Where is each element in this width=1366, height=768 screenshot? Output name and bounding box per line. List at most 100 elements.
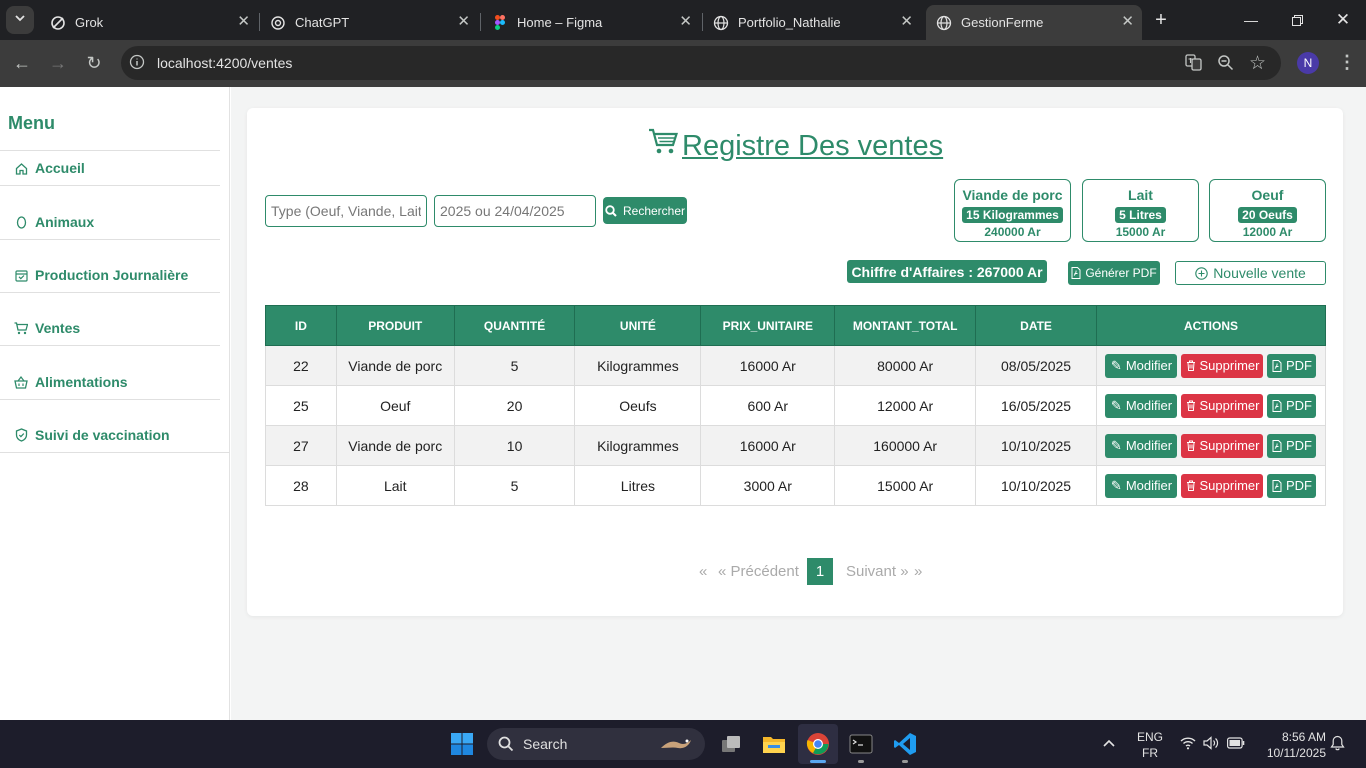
tab-gestionferme[interactable]: GestionFerme ✕ bbox=[926, 5, 1142, 40]
pagination-previous[interactable]: « Précédent bbox=[718, 558, 799, 585]
profile-avatar[interactable]: N bbox=[1297, 52, 1319, 74]
sidebar-item-alimentations[interactable]: Alimentations bbox=[14, 374, 128, 390]
sidebar-item-production[interactable]: Production Journalière bbox=[14, 267, 188, 283]
chrome-icon[interactable] bbox=[806, 732, 830, 756]
cell-montant: 12000 Ar bbox=[834, 385, 977, 426]
date-filter-input[interactable] bbox=[434, 195, 596, 227]
pagination-first[interactable]: « bbox=[699, 558, 707, 585]
notification-bell-icon[interactable] bbox=[1330, 735, 1345, 754]
edit-button[interactable]: ✎ Modifier bbox=[1105, 393, 1178, 418]
pencil-icon: ✎ bbox=[1110, 357, 1122, 373]
delete-button[interactable]: Supprimer bbox=[1181, 353, 1264, 378]
minimize-button[interactable]: — bbox=[1228, 0, 1274, 40]
shield-icon bbox=[14, 428, 28, 442]
task-view-icon[interactable] bbox=[719, 732, 743, 756]
bookmark-star-icon[interactable]: ☆ bbox=[1249, 52, 1266, 75]
sidebar-item-label: Suivi de vaccination bbox=[35, 427, 170, 443]
cell-actions: ✎ Modifier Supprimer PDF bbox=[1096, 425, 1327, 466]
trash-icon bbox=[1186, 360, 1196, 371]
delete-button[interactable]: Supprimer bbox=[1181, 473, 1264, 498]
maximize-button[interactable] bbox=[1274, 0, 1320, 40]
translate-icon[interactable] bbox=[1185, 54, 1202, 76]
close-icon[interactable]: ✕ bbox=[1121, 14, 1134, 30]
file-pdf-icon bbox=[1071, 267, 1081, 279]
row-pdf-button[interactable]: PDF bbox=[1267, 473, 1317, 498]
close-icon[interactable]: ✕ bbox=[679, 14, 692, 30]
row-pdf-button[interactable]: PDF bbox=[1267, 353, 1317, 378]
generate-pdf-button[interactable]: Générer PDF bbox=[1068, 261, 1160, 285]
column-header: PRODUIT bbox=[335, 305, 455, 346]
sidebar-item-ventes[interactable]: Ventes bbox=[14, 320, 80, 336]
sidebar-item-label: Animaux bbox=[35, 214, 95, 230]
wifi-icon[interactable] bbox=[1180, 736, 1196, 753]
forward-button[interactable]: → bbox=[46, 51, 70, 75]
pagination-page-1[interactable]: 1 bbox=[807, 558, 833, 585]
cell-date: 08/05/2025 bbox=[975, 345, 1097, 386]
edit-button[interactable]: ✎ Modifier bbox=[1105, 473, 1178, 498]
url-text[interactable]: localhost:4200/ventes bbox=[157, 55, 292, 71]
battery-icon[interactable] bbox=[1227, 737, 1245, 752]
sidebar-item-animaux[interactable]: Animaux bbox=[14, 214, 94, 230]
new-sale-label: Nouvelle vente bbox=[1213, 265, 1306, 281]
terminal-icon[interactable] bbox=[849, 732, 873, 756]
clock[interactable]: 8:56 AM 10/11/2025 bbox=[1258, 730, 1326, 760]
delete-button[interactable]: Supprimer bbox=[1181, 393, 1264, 418]
tab-figma[interactable]: Home – Figma ✕ bbox=[482, 5, 700, 40]
edit-button[interactable]: ✎ Modifier bbox=[1105, 433, 1178, 458]
tray-expand-icon[interactable] bbox=[1102, 735, 1116, 751]
page-title: Registre Des ventes bbox=[648, 128, 943, 164]
stock-amount: 240000 Ar bbox=[984, 225, 1041, 239]
figma-icon bbox=[492, 14, 508, 31]
stock-amount: 15000 Ar bbox=[1115, 225, 1166, 239]
tab-search-button[interactable] bbox=[6, 6, 34, 34]
delete-button[interactable]: Supprimer bbox=[1181, 433, 1264, 458]
trash-icon bbox=[1186, 440, 1196, 451]
close-window-button[interactable]: ✕ bbox=[1320, 0, 1366, 40]
pagination-last[interactable]: » bbox=[914, 558, 922, 585]
cell-date: 10/10/2025 bbox=[975, 465, 1097, 506]
more-menu-icon[interactable]: ⋮ bbox=[1338, 52, 1356, 73]
volume-icon[interactable] bbox=[1203, 736, 1219, 753]
home-icon bbox=[14, 161, 28, 175]
row-pdf-button[interactable]: PDF bbox=[1267, 433, 1317, 458]
table-row: 28 Lait 5 Litres 3000 Ar 15000 Ar 10/10/… bbox=[265, 465, 1327, 506]
tab-grok[interactable]: Grok ✕ bbox=[40, 5, 258, 40]
vscode-icon[interactable] bbox=[893, 732, 917, 756]
file-pdf-icon bbox=[1272, 399, 1282, 412]
taskbar-search[interactable]: Search bbox=[487, 728, 705, 760]
windows-start-icon[interactable] bbox=[450, 732, 474, 756]
tab-portfolio[interactable]: Portfolio_Nathalie ✕ bbox=[703, 5, 921, 40]
delete-label: Supprimer bbox=[1199, 398, 1260, 413]
close-icon[interactable]: ✕ bbox=[900, 14, 913, 30]
address-bar[interactable] bbox=[121, 46, 1281, 80]
column-header: UNITÉ bbox=[574, 305, 702, 346]
table-row: 25 Oeuf 20 Oeufs 600 Ar 12000 Ar 16/05/2… bbox=[265, 385, 1327, 426]
type-filter-input[interactable] bbox=[265, 195, 427, 227]
new-sale-button[interactable]: Nouvelle vente bbox=[1175, 261, 1326, 285]
cell-quantite: 20 bbox=[454, 385, 576, 426]
divider bbox=[0, 239, 220, 240]
row-pdf-button[interactable]: PDF bbox=[1267, 393, 1317, 418]
tab-divider bbox=[480, 13, 481, 31]
pagination-next[interactable]: Suivant » bbox=[846, 558, 909, 585]
close-icon[interactable]: ✕ bbox=[237, 14, 250, 30]
stock-quantity: 15 Kilogrammes bbox=[962, 207, 1063, 223]
divider bbox=[0, 452, 230, 453]
search-button[interactable]: Rechercher bbox=[603, 197, 687, 224]
back-button[interactable]: ← bbox=[10, 51, 34, 75]
close-icon[interactable]: ✕ bbox=[457, 14, 470, 30]
zoom-icon[interactable] bbox=[1217, 54, 1234, 76]
new-tab-button[interactable]: + bbox=[1150, 8, 1172, 32]
sidebar-item-vaccination[interactable]: Suivi de vaccination bbox=[14, 427, 170, 443]
reload-button[interactable]: ↻ bbox=[82, 51, 106, 75]
edit-button[interactable]: ✎ Modifier bbox=[1105, 353, 1178, 378]
file-explorer-icon[interactable] bbox=[762, 732, 786, 756]
tab-chatgpt[interactable]: ChatGPT ✕ bbox=[260, 5, 478, 40]
trash-icon bbox=[1186, 400, 1196, 411]
divider bbox=[0, 399, 220, 400]
site-info-icon[interactable] bbox=[129, 54, 145, 70]
column-header: PRIX_UNITAIRE bbox=[700, 305, 836, 346]
stock-quantity: 5 Litres bbox=[1115, 207, 1166, 223]
language-indicator[interactable]: ENG FR bbox=[1136, 730, 1164, 760]
sidebar-item-accueil[interactable]: Accueil bbox=[14, 160, 85, 176]
